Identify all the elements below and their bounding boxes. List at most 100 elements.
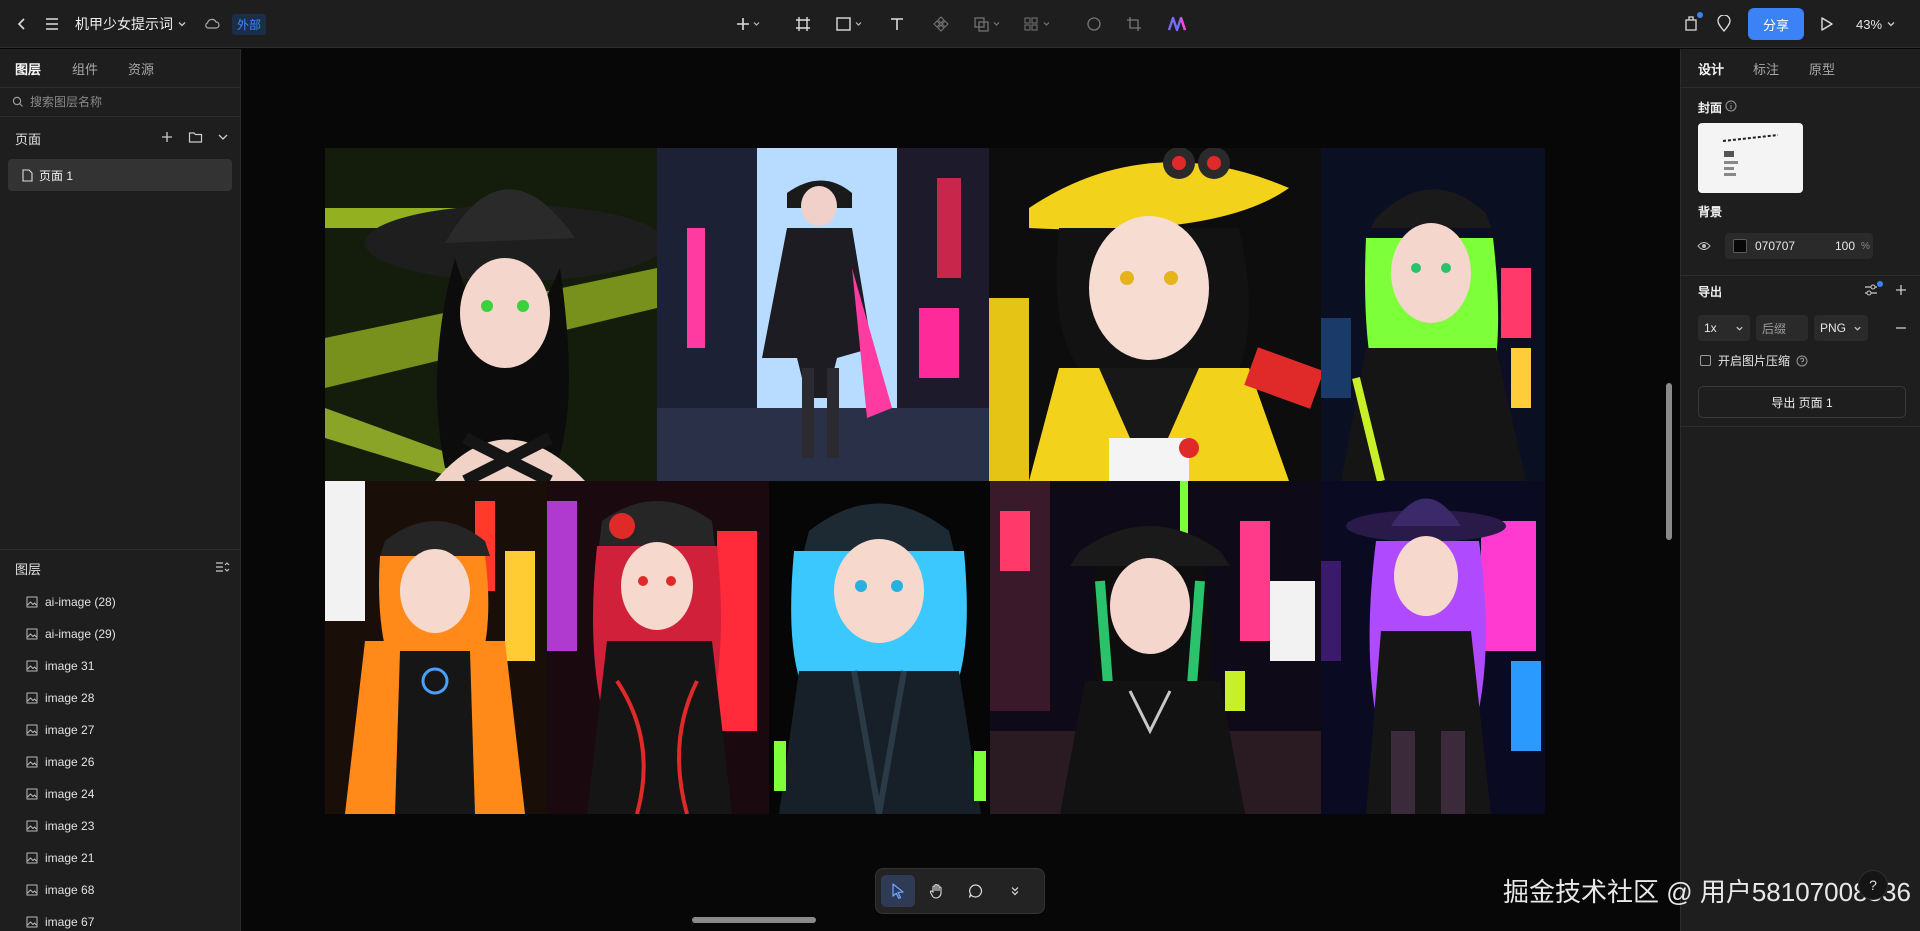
add-export-icon[interactable] [1894, 283, 1908, 300]
artwork-girl-green-hair-cap[interactable] [1321, 148, 1545, 481]
help-button[interactable]: ? [1858, 870, 1888, 900]
menu-icon[interactable] [38, 0, 66, 48]
shape-tool-button[interactable] [830, 0, 870, 48]
image-icon [26, 852, 38, 864]
external-badge[interactable]: 外部 [232, 0, 267, 48]
notification-dot [1697, 12, 1703, 18]
layers-header-label: 图层 [15, 561, 42, 577]
help-icon[interactable] [1796, 355, 1808, 367]
artwork-girl-orange-jacket[interactable] [325, 481, 547, 814]
back-icon[interactable] [8, 0, 36, 48]
layer-item[interactable]: ai-image (28) [0, 586, 240, 618]
frame-icon [796, 17, 810, 31]
artwork-girl-purple-hair-hat[interactable] [1321, 481, 1545, 814]
select-tool-button[interactable] [881, 875, 915, 907]
project-title: 机甲少女提示词 [75, 16, 173, 32]
tab-prototype[interactable]: 原型 [1809, 59, 1835, 78]
page-item-1[interactable]: 页面 1 [8, 159, 232, 191]
page-icon [22, 168, 33, 182]
bottom-toolbar [875, 868, 1045, 914]
remove-export-icon[interactable] [1894, 321, 1908, 338]
collapse-pages-icon[interactable] [216, 130, 230, 147]
more-tools-button[interactable] [998, 875, 1032, 907]
cover-thumbnail[interactable] [1698, 123, 1803, 193]
color-swatch[interactable] [1733, 239, 1747, 253]
compress-option[interactable]: 开启图片压缩 [1700, 352, 1808, 369]
export-format-select[interactable]: PNG [1814, 315, 1868, 341]
component-tool-button[interactable] [928, 0, 954, 48]
boolean-tool-button[interactable] [968, 0, 1008, 48]
background-hex[interactable]: 070707 [1755, 239, 1825, 253]
layer-item[interactable]: image 31 [0, 650, 240, 682]
notification-dot [1877, 281, 1883, 287]
artwork-girl-yellow-helmet[interactable] [989, 148, 1321, 481]
artwork-girl-green-black-city[interactable] [990, 481, 1321, 814]
export-suffix-input[interactable]: 后缀 [1756, 315, 1808, 341]
tab-layers[interactable]: 图层 [15, 59, 41, 78]
horizontal-scrollbar[interactable] [692, 917, 816, 923]
image-icon [26, 724, 38, 736]
layer-item[interactable]: image 23 [0, 810, 240, 842]
ai-logo-icon [1167, 16, 1187, 32]
double-chevron-down-icon [1011, 887, 1019, 896]
text-icon [891, 18, 903, 30]
tab-annotate[interactable]: 标注 [1753, 59, 1779, 78]
zoom-dropdown[interactable]: 43% [1856, 0, 1896, 48]
project-title-dropdown[interactable]: 机甲少女提示词 [75, 0, 187, 48]
add-page-icon[interactable] [160, 130, 174, 147]
add-tool-button[interactable] [728, 0, 768, 48]
layer-search [0, 87, 240, 117]
opacity-unit: % [1861, 240, 1870, 252]
right-panel: 设计 标注 原型 封面 背景 070707 100 % 导出 1x 后缀 PNG… [1680, 49, 1920, 931]
chevron-down-icon [1854, 326, 1861, 331]
divider [0, 549, 240, 550]
tab-components[interactable]: 组件 [72, 59, 98, 78]
share-button[interactable]: 分享 [1748, 8, 1804, 40]
layer-item[interactable]: image 26 [0, 746, 240, 778]
pages-header-label: 页面 [15, 131, 42, 147]
layer-item[interactable]: ai-image (29) [0, 618, 240, 650]
artwork-girl-green-hair-witch-hat[interactable] [325, 148, 657, 481]
layer-item[interactable]: image 27 [0, 714, 240, 746]
mask-tool-button[interactable] [1018, 0, 1058, 48]
artwork-girl-city-street-night[interactable] [657, 148, 989, 481]
component-icon [933, 16, 949, 32]
pin-icon [1717, 15, 1731, 33]
compress-checkbox[interactable] [1700, 355, 1711, 366]
background-opacity[interactable]: 100 [1825, 239, 1855, 253]
artwork-girl-red-hair-mech-cap[interactable] [547, 481, 769, 814]
cloud-sync-icon [200, 0, 224, 48]
export-scale-select[interactable]: 1x [1698, 315, 1750, 341]
layer-sort-icon[interactable] [214, 560, 230, 577]
artwork-girl-blue-hair-cap[interactable] [769, 481, 990, 814]
circle-tool-button[interactable] [1082, 0, 1106, 48]
plus-icon [737, 18, 760, 30]
plugin-button[interactable] [1680, 0, 1704, 48]
ai-plugin-button[interactable] [1164, 0, 1192, 48]
layer-item[interactable]: image 67 [0, 906, 240, 931]
present-button[interactable] [1814, 0, 1840, 48]
vertical-scrollbar[interactable] [1666, 383, 1672, 540]
location-button[interactable] [1712, 0, 1736, 48]
crop-tool-button[interactable] [1122, 0, 1146, 48]
image-frame[interactable] [325, 148, 1545, 814]
frame-tool-button[interactable] [790, 0, 816, 48]
layer-item[interactable]: image 68 [0, 874, 240, 906]
hand-tool-button[interactable] [920, 875, 954, 907]
comment-tool-button[interactable] [959, 875, 993, 907]
export-page-button[interactable]: 导出 页面 1 [1698, 386, 1906, 418]
text-tool-button[interactable] [884, 0, 910, 48]
layer-item[interactable]: image 28 [0, 682, 240, 714]
folder-icon[interactable] [188, 130, 203, 147]
watermark: 掘金技术社区 @ 用户58107008336 [1503, 877, 1911, 907]
tab-design[interactable]: 设计 [1698, 59, 1724, 78]
export-label: 导出 [1698, 285, 1723, 299]
layer-item[interactable]: image 24 [0, 778, 240, 810]
eye-icon[interactable] [1697, 240, 1711, 255]
search-input[interactable] [30, 95, 220, 109]
tab-assets[interactable]: 资源 [128, 59, 154, 78]
hand-icon [929, 883, 942, 899]
info-icon[interactable] [1725, 100, 1737, 115]
background-color-field[interactable]: 070707 100 % [1725, 233, 1873, 259]
layer-item[interactable]: image 21 [0, 842, 240, 874]
